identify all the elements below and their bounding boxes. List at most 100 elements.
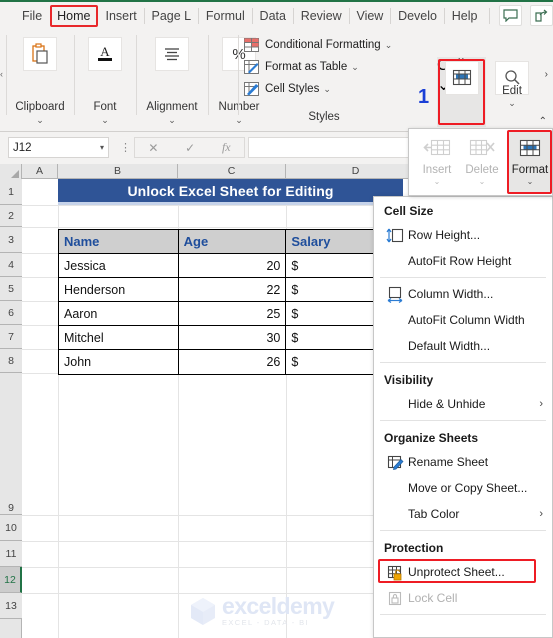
ribbon-overflow-left[interactable]: ‹ — [0, 69, 3, 79]
enter-icon[interactable]: ✓ — [185, 141, 195, 155]
cell-styles-button[interactable]: Cell Styles ⌄ — [244, 79, 404, 99]
cell-age[interactable]: 22 — [178, 278, 287, 302]
cell-name[interactable]: Aaron — [59, 302, 179, 326]
font-icon[interactable]: A — [88, 37, 122, 71]
insert-function-icon[interactable]: fx — [222, 140, 231, 155]
tab-formulas[interactable]: Formul — [200, 5, 251, 27]
format-cells-button[interactable]: Format ⌄ — [508, 131, 552, 193]
menu-item-tab-color[interactable]: Tab Color › — [374, 501, 552, 527]
tab-file[interactable]: File — [16, 5, 48, 27]
tab-insert[interactable]: Insert — [100, 5, 143, 27]
ribbon-group-alignment[interactable]: Alignment ⌄ — [138, 31, 206, 127]
chevron-down-icon[interactable]: ⌄ — [508, 177, 552, 187]
cell-name[interactable]: Mitchel — [59, 326, 179, 350]
menu-item-autofit-row-height[interactable]: AutoFit Row Height — [374, 248, 552, 274]
clipboard-icon[interactable] — [23, 37, 57, 71]
table-row[interactable]: Henderson 22 $1,30 — [59, 278, 426, 302]
chevron-down-icon[interactable]: ▾ — [100, 143, 104, 152]
delete-cells-button[interactable]: Delete ⌄ — [460, 131, 504, 193]
cell-name[interactable]: John — [59, 350, 179, 374]
row-header-7[interactable]: 7 — [0, 325, 22, 349]
row-header-5[interactable]: 5 — [0, 277, 22, 301]
column-header-a[interactable]: A — [22, 164, 58, 179]
ribbon-group-styles: Conditional Formatting ⌄ Format as Table… — [244, 35, 404, 101]
table-row[interactable]: John 26 $1,90 — [59, 350, 426, 374]
chevron-down-icon[interactable]: ⌄ — [460, 177, 504, 187]
tab-data[interactable]: Data — [254, 5, 292, 27]
menu-item-rename-sheet[interactable]: Rename Sheet — [374, 449, 552, 475]
row-header-2[interactable]: 2 — [0, 205, 22, 227]
ribbon-group-font[interactable]: A Font ⌄ — [76, 31, 134, 127]
chevron-down-icon[interactable]: ⌄ — [492, 98, 532, 109]
formula-bar-grip[interactable]: ⋮ — [120, 141, 131, 154]
menu-item-hide-unhide[interactable]: Hide & Unhide › — [374, 391, 552, 417]
tab-home[interactable]: Home — [50, 4, 98, 27]
share-icon[interactable] — [530, 5, 553, 26]
menu-item-autofit-column-width[interactable]: AutoFit Column Width — [374, 307, 552, 333]
row-header-3[interactable]: 3 — [0, 227, 22, 253]
sheet-title-banner[interactable]: Unlock Excel Sheet for Editing — [58, 179, 403, 202]
name-box[interactable]: J12 ▾ — [8, 137, 109, 158]
comment-icon[interactable] — [499, 5, 523, 26]
cell-name[interactable]: Henderson — [59, 278, 179, 302]
ribbon-overflow-right[interactable]: › — [545, 69, 548, 80]
chevron-down-icon[interactable]: ⌄ — [415, 177, 459, 187]
menu-item-move-or-copy-sheet[interactable]: Move or Copy Sheet... — [374, 475, 552, 501]
column-header-c[interactable]: C — [178, 164, 286, 179]
alignment-icon[interactable] — [155, 37, 189, 71]
table-header-age[interactable]: Age — [178, 230, 287, 254]
chevron-down-icon[interactable]: ⌄ — [385, 40, 393, 51]
cell-styles-icon — [244, 81, 260, 97]
table-header-name[interactable]: Name — [59, 230, 179, 254]
ribbon-group-editing[interactable]: Edit ⌄ — [492, 57, 532, 127]
formula-bar-buttons: ✕ ✓ fx — [134, 137, 245, 158]
ribbon: ‹ Clipboard ⌄ A Font ⌄ Alignment ⌄ % Num… — [0, 29, 553, 132]
menu-item-row-height[interactable]: Row Height... — [374, 222, 552, 248]
menu-divider — [380, 420, 546, 421]
menu-item-default-width[interactable]: Default Width... — [374, 333, 552, 359]
menu-item-unprotect-sheet[interactable]: Unprotect Sheet... — [374, 559, 552, 585]
group-divider — [238, 35, 239, 115]
chevron-down-icon[interactable]: ⌄ — [76, 116, 134, 125]
cancel-icon[interactable]: ✕ — [148, 141, 158, 155]
tab-view[interactable]: View — [350, 5, 389, 27]
currency-symbol: $ — [291, 306, 299, 321]
row-header-4[interactable]: 4 — [0, 253, 22, 277]
insert-cells-button[interactable]: Insert ⌄ — [415, 131, 459, 193]
column-header-d[interactable]: D — [286, 164, 426, 179]
row-header-6[interactable]: 6 — [0, 301, 22, 325]
tab-page-layout[interactable]: Page L — [146, 5, 198, 27]
cell-age[interactable]: 20 — [178, 254, 287, 278]
row-header-13[interactable]: 13 — [0, 593, 22, 619]
section-heading-organize-sheets: Organize Sheets — [384, 431, 479, 445]
row-header-8[interactable]: 8 — [0, 349, 22, 373]
cell-name[interactable]: Jessica — [59, 254, 179, 278]
row-header-11[interactable]: 11 — [0, 541, 22, 567]
chevron-down-icon[interactable]: ⌄ — [351, 62, 359, 73]
cell-age[interactable]: 25 — [178, 302, 287, 326]
table-row[interactable]: Aaron 25 $1,50 — [59, 302, 426, 326]
row-header-12[interactable]: 12 — [0, 567, 22, 593]
chevron-down-icon[interactable]: ⌄ — [138, 116, 206, 125]
currency-symbol: $ — [291, 355, 299, 369]
row-header-9[interactable]: 9 — [0, 373, 22, 515]
data-table[interactable]: Name Age Salary Jessica 20 $1,20 Henders… — [58, 229, 427, 375]
cell-age[interactable]: 26 — [179, 350, 287, 374]
menu-item-column-width[interactable]: Column Width... — [374, 281, 552, 307]
select-all-button[interactable] — [0, 164, 22, 179]
tab-review[interactable]: Review — [295, 5, 348, 27]
conditional-formatting-button[interactable]: Conditional Formatting ⌄ — [244, 35, 404, 55]
tab-developer[interactable]: Develo — [392, 5, 443, 27]
row-header-10[interactable]: 10 — [0, 515, 22, 541]
cell-age[interactable]: 30 — [178, 326, 287, 350]
table-row[interactable]: Mitchel 30 $2,00 — [59, 326, 426, 350]
row-header-1[interactable]: 1 — [0, 179, 22, 205]
ribbon-group-clipboard[interactable]: Clipboard ⌄ — [8, 31, 72, 127]
column-header-b[interactable]: B — [58, 164, 178, 179]
table-row[interactable]: Jessica 20 $1,20 — [59, 254, 426, 278]
collapse-ribbon-button[interactable]: ⌃ — [539, 116, 547, 127]
tab-help[interactable]: Help — [446, 5, 484, 27]
format-as-table-button[interactable]: Format as Table ⌄ — [244, 57, 404, 77]
chevron-down-icon[interactable]: ⌄ — [8, 116, 72, 125]
chevron-down-icon[interactable]: ⌄ — [323, 84, 331, 95]
